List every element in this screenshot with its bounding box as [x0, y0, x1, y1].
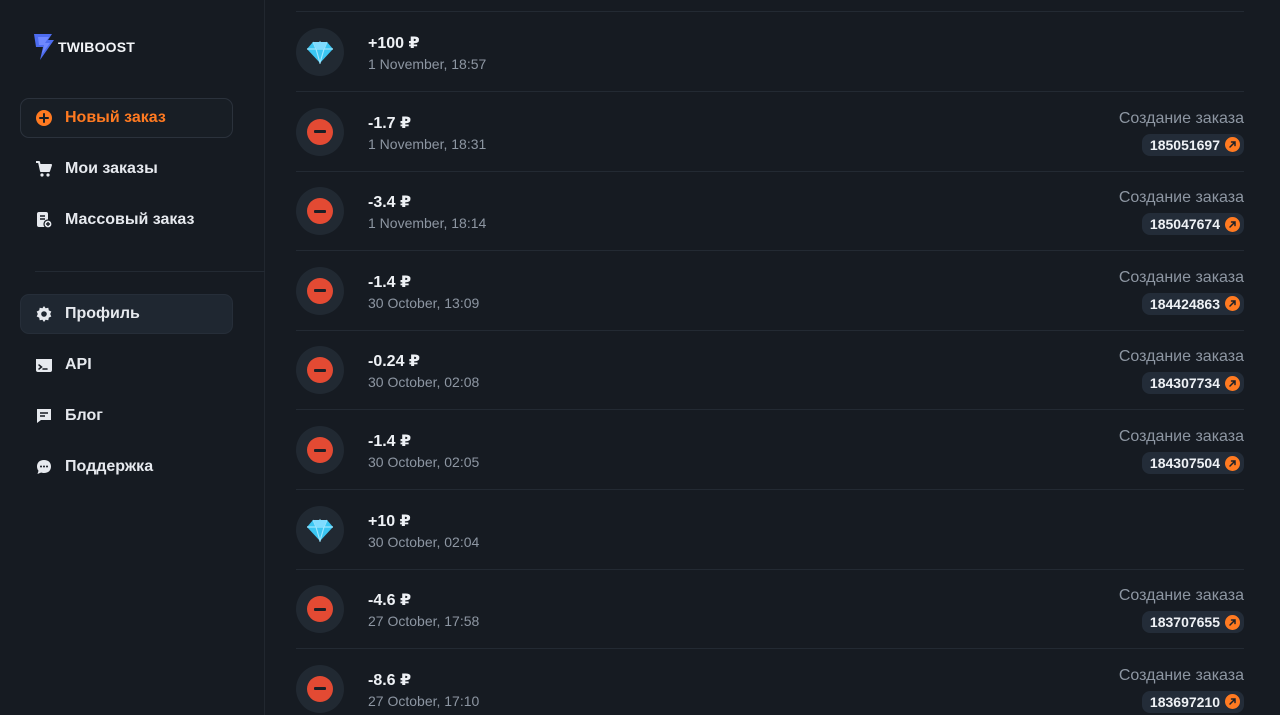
- minus-circle-icon: [296, 187, 344, 236]
- plus-circle-icon: [35, 109, 53, 127]
- nav-label: Блог: [65, 407, 103, 424]
- transaction-row: -8.6 ₽ 27 October, 17:10 Создание заказа 18…: [296, 649, 1244, 715]
- chat-bubble-icon: [35, 458, 53, 476]
- main-nav: Новый заказ Мои заказы Массовый заказ: [20, 98, 233, 251]
- transaction-type: Создание заказа: [1118, 348, 1244, 366]
- terminal-icon: [35, 356, 53, 374]
- message-square-icon: [35, 407, 53, 425]
- transaction-date: 27 October, 17:10: [368, 692, 480, 709]
- diamond-icon: [296, 28, 344, 76]
- transaction-date: 27 October, 17:58: [368, 613, 480, 630]
- external-link-icon: [1225, 455, 1240, 471]
- order-id-badge[interactable]: 185047674: [1141, 213, 1244, 236]
- minus-circle-icon: [296, 585, 344, 634]
- transaction-amount: -1.7 ₽: [368, 114, 412, 132]
- transaction-date: 30 October, 02:08: [368, 374, 480, 391]
- mass-order-icon: [35, 211, 53, 229]
- nav-mass-order[interactable]: Массовый заказ: [20, 200, 233, 240]
- order-id-badge[interactable]: 184307504: [1141, 452, 1244, 474]
- nav-support[interactable]: Поддержка: [20, 447, 233, 487]
- logo-text: TWIBOOST: [58, 39, 136, 55]
- external-link-icon: [1225, 216, 1240, 232]
- transaction-row: -0.24 ₽ 30 October, 02:08 Создание заказа 1…: [296, 330, 1244, 411]
- order-id: 184307734: [1149, 375, 1220, 392]
- sidebar-divider: [35, 271, 265, 272]
- app: TWIBOOST Новый заказ Мои заказы Массовый…: [0, 0, 1280, 715]
- transaction-type: Создание заказа: [1118, 666, 1244, 684]
- transaction-date: 1 November, 18:31: [368, 135, 487, 152]
- order-id: 185047674: [1149, 216, 1220, 233]
- order-id: 183697210: [1149, 693, 1220, 710]
- transaction-amount: -4.6 ₽: [368, 592, 412, 610]
- nav-label: Поддержка: [65, 458, 154, 475]
- order-id: 184307504: [1149, 455, 1220, 471]
- nav-blog[interactable]: Блог: [20, 396, 233, 436]
- nav-label: API: [65, 356, 92, 373]
- transaction-row: -1.4 ₽ 30 October, 02:05 Создание заказа 18…: [296, 410, 1244, 490]
- nav-label: Массовый заказ: [65, 211, 195, 228]
- external-link-icon: [1225, 614, 1240, 630]
- nav-label: Профиль: [65, 305, 140, 322]
- external-link-icon: [1225, 375, 1240, 391]
- transaction-type: Создание заказа: [1118, 587, 1244, 605]
- nav-api[interactable]: API: [20, 345, 233, 385]
- transaction-amount: -1.4 ₽: [368, 433, 412, 450]
- transaction-date: 30 October, 02:05: [368, 454, 480, 470]
- transaction-row: +100 ₽ 1 November, 18:57: [296, 12, 1244, 92]
- transaction-row: -3.4 ₽ 1 November, 18:14 Создание заказа 18…: [296, 171, 1244, 252]
- nav-my-orders[interactable]: Мои заказы: [20, 149, 233, 189]
- order-id-badge[interactable]: 183697210: [1141, 690, 1244, 713]
- cart-icon: [35, 160, 53, 178]
- secondary-nav: Профиль API Блог Поддержка: [20, 294, 233, 498]
- transaction-type: Создание заказа: [1118, 189, 1244, 207]
- order-id: 183707655: [1149, 614, 1220, 631]
- sidebar: TWIBOOST Новый заказ Мои заказы Массовый…: [0, 0, 265, 715]
- transaction-amount: +10 ₽: [368, 512, 411, 530]
- order-id-badge[interactable]: 185051697: [1141, 133, 1244, 156]
- minus-circle-icon: [296, 266, 344, 315]
- external-link-icon: [1225, 137, 1240, 153]
- nav-label: Новый заказ: [65, 109, 166, 126]
- transaction-date: 1 November, 18:57: [368, 56, 487, 72]
- lightning-logo-icon: [34, 34, 54, 60]
- minus-circle-icon: [296, 426, 344, 474]
- minus-circle-icon: [296, 664, 344, 713]
- transaction-amount: -3.4 ₽: [368, 194, 412, 212]
- transaction-date: 1 November, 18:14: [368, 215, 487, 232]
- transaction-type: Создание заказа: [1118, 268, 1244, 286]
- nav-new-order[interactable]: Новый заказ: [20, 98, 233, 138]
- transaction-row: -4.6 ₽ 27 October, 17:58 Создание заказа 18…: [296, 569, 1244, 650]
- logo[interactable]: TWIBOOST: [32, 32, 135, 62]
- transaction-amount: -1.4 ₽: [368, 273, 412, 291]
- transaction-row: +10 ₽ 30 October, 02:04: [296, 490, 1244, 570]
- order-id: 184424863: [1149, 295, 1220, 312]
- transactions-list: +100 ₽ 1 November, 18:57 -1.7 ₽ 1 November,…: [296, 0, 1244, 715]
- transaction-amount: -8.6 ₽: [368, 671, 412, 689]
- order-id-badge[interactable]: 183707655: [1141, 611, 1244, 634]
- transaction-date: 30 October, 13:09: [368, 294, 480, 311]
- transaction-amount: -0.24 ₽: [368, 353, 421, 371]
- diamond-icon: [296, 505, 344, 554]
- order-id-badge[interactable]: 184424863: [1141, 292, 1244, 315]
- transaction-amount: +100 ₽: [368, 35, 420, 52]
- transaction-row: -1.7 ₽ 1 November, 18:31 Создание заказа 18…: [296, 92, 1244, 172]
- transaction-type: Создание заказа: [1118, 109, 1244, 127]
- minus-circle-icon: [296, 107, 344, 156]
- nav-profile[interactable]: Профиль: [20, 294, 233, 334]
- transaction-date: 30 October, 02:04: [368, 533, 480, 550]
- order-id-badge[interactable]: 184307734: [1141, 372, 1244, 395]
- external-link-icon: [1225, 694, 1240, 710]
- external-link-icon: [1225, 296, 1240, 312]
- order-id: 185051697: [1149, 136, 1220, 153]
- minus-circle-icon: [296, 346, 344, 395]
- transaction-row: -1.4 ₽ 30 October, 13:09 Создание заказа 18…: [296, 251, 1244, 331]
- gear-icon: [35, 305, 53, 323]
- transaction-type: Создание заказа: [1118, 428, 1244, 445]
- nav-label: Мои заказы: [65, 160, 158, 177]
